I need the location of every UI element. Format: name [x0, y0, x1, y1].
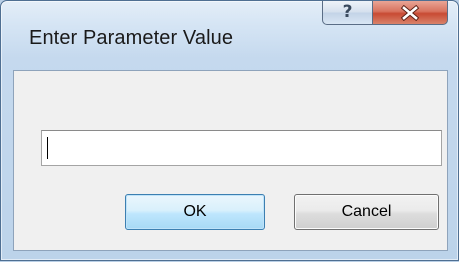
cancel-button[interactable]: Cancel — [294, 194, 439, 230]
help-icon: ? — [342, 2, 353, 22]
help-button[interactable]: ? — [322, 1, 372, 25]
text-caret — [47, 137, 48, 159]
dialog-body: OK Cancel — [13, 70, 448, 251]
ok-button-label: OK — [183, 203, 207, 220]
dialog-window: Enter Parameter Value ? OK Cancel — [0, 0, 459, 261]
close-button[interactable] — [372, 1, 448, 25]
parameter-value-input[interactable] — [41, 130, 442, 166]
window-title: Enter Parameter Value — [29, 27, 234, 49]
cancel-button-label: Cancel — [341, 203, 392, 220]
ok-button[interactable]: OK — [125, 194, 265, 230]
close-icon — [400, 4, 420, 21]
caption-buttons: ? — [322, 1, 448, 25]
